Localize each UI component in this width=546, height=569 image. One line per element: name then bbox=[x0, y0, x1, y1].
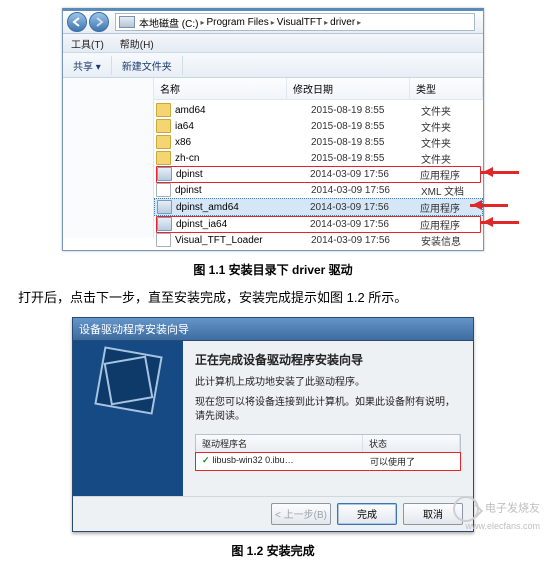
menu-help[interactable]: 帮助(H) bbox=[112, 36, 162, 51]
file-name: ia64 bbox=[175, 121, 194, 132]
file-date: 2014-03-09 17:56 bbox=[310, 202, 420, 213]
file-date: 2015-08-19 8:55 bbox=[311, 137, 421, 148]
share-button[interactable]: 共享 ▾ bbox=[63, 56, 112, 75]
menu-bar: 工具(T) 帮助(H) bbox=[63, 34, 483, 53]
app-icon bbox=[157, 200, 172, 214]
wizard-icon bbox=[94, 346, 162, 414]
finish-button[interactable]: 完成 bbox=[337, 503, 397, 525]
app-icon bbox=[157, 167, 172, 181]
red-arrow-annotation bbox=[470, 201, 520, 211]
red-arrow-annotation bbox=[481, 218, 531, 228]
file-list: 名称 修改日期 类型 amd642015-08-19 8:55文件夹ia6420… bbox=[154, 78, 483, 250]
nav-fwd-button[interactable] bbox=[89, 12, 109, 32]
file-row[interactable]: x86 2015-08-19 8:55文件夹 bbox=[154, 134, 483, 150]
file-name: dpinst_ia64 bbox=[176, 219, 227, 230]
file-name: dpinst bbox=[175, 185, 202, 196]
file-row[interactable]: dpinst_amd642014-03-09 17:56应用程序 bbox=[154, 198, 483, 216]
folder-icon bbox=[156, 119, 171, 133]
list-row[interactable]: ✓libusb-win32 0.ibu… 可以使用了 bbox=[196, 453, 460, 470]
folder-icon bbox=[156, 135, 171, 149]
file-type: 文件夹 bbox=[421, 151, 481, 166]
col-type[interactable]: 类型 bbox=[410, 78, 483, 99]
file-type: 应用程序 bbox=[420, 167, 480, 182]
watermark: 电子发烧友 www.elecfans.com bbox=[453, 496, 540, 532]
new-folder-button[interactable]: 新建文件夹 bbox=[112, 56, 183, 75]
file-row[interactable]: ia64 2015-08-19 8:55文件夹 bbox=[154, 118, 483, 134]
watermark-icon bbox=[453, 496, 479, 522]
file-row[interactable]: zh-cn 2015-08-19 8:55文件夹 bbox=[154, 150, 483, 166]
nav-pane[interactable] bbox=[63, 78, 154, 238]
drive-icon bbox=[119, 16, 135, 28]
red-arrow-annotation bbox=[481, 168, 531, 178]
file-date: 2015-08-19 8:55 bbox=[311, 153, 421, 164]
check-icon: ✓ bbox=[202, 455, 210, 465]
file-date: 2014-03-09 17:56 bbox=[310, 219, 420, 230]
dialog-buttons: < 上一步(B) 完成 取消 bbox=[73, 496, 473, 531]
toolbar: 共享 ▾ 新建文件夹 bbox=[63, 53, 483, 78]
file-date: 2014-03-09 17:56 bbox=[310, 169, 420, 180]
file-row[interactable]: dpinst 2014-03-09 17:56应用程序 bbox=[154, 166, 483, 182]
explorer-window: 本地磁盘 (C:)▸ Program Files▸ VisualTFT▸ dri… bbox=[62, 8, 484, 251]
file-date: 2014-03-09 17:56 bbox=[311, 185, 421, 196]
file-name: dpinst_amd64 bbox=[176, 202, 239, 213]
folder-icon bbox=[156, 103, 171, 117]
file-name: zh-cn bbox=[175, 153, 199, 164]
file-type: 文件夹 bbox=[421, 103, 481, 118]
file-name: amd64 bbox=[175, 105, 206, 116]
col-name[interactable]: 名称 bbox=[154, 78, 287, 99]
col-date[interactable]: 修改日期 bbox=[287, 78, 410, 99]
wizard-line2: 现在您可以将设备连接到此计算机。如果此设备附有说明，请先阅读。 bbox=[195, 396, 461, 424]
file-type: 应用程序 bbox=[420, 217, 480, 232]
file-name: x86 bbox=[175, 137, 191, 148]
wizard-line1: 此计算机上成功地安装了此驱动程序。 bbox=[195, 376, 461, 390]
info-icon bbox=[156, 233, 171, 247]
explorer-header: 本地磁盘 (C:)▸ Program Files▸ VisualTFT▸ dri… bbox=[63, 11, 483, 34]
wizard-heading: 正在完成设备驱动程序安装向导 bbox=[195, 351, 461, 368]
dialog-banner bbox=[73, 341, 183, 496]
figure-1-1-caption: 图 1.1 安装目录下 driver 驱动 bbox=[0, 261, 546, 278]
list-head-status: 状态 bbox=[363, 435, 460, 452]
file-row[interactable]: dpinst 2014-03-09 17:56XML 文档 bbox=[154, 182, 483, 198]
file-date: 2014-03-09 17:56 bbox=[311, 235, 421, 246]
back-button: < 上一步(B) bbox=[271, 503, 331, 525]
driver-result-list: 驱动程序名 状态 ✓libusb-win32 0.ibu… 可以使用了 bbox=[195, 434, 461, 471]
file-type: 文件夹 bbox=[421, 119, 481, 134]
file-name: dpinst bbox=[176, 169, 203, 180]
app-icon bbox=[157, 217, 172, 231]
column-headers[interactable]: 名称 修改日期 类型 bbox=[154, 78, 483, 100]
dialog-titlebar: 设备驱动程序安装向导 bbox=[73, 318, 473, 341]
file-date: 2015-08-19 8:55 bbox=[311, 121, 421, 132]
nav-back-button[interactable] bbox=[67, 12, 87, 32]
folder-icon bbox=[156, 151, 171, 165]
menu-tools[interactable]: 工具(T) bbox=[63, 36, 112, 51]
list-head-name: 驱动程序名 bbox=[196, 435, 363, 452]
file-type: XML 文档 bbox=[421, 183, 481, 198]
file-date: 2015-08-19 8:55 bbox=[311, 105, 421, 116]
wizard-dialog: 设备驱动程序安装向导 正在完成设备驱动程序安装向导 此计算机上成功地安装了此驱动… bbox=[72, 317, 474, 532]
dialog-title-text: 设备驱动程序安装向导 bbox=[79, 321, 189, 337]
address-bar[interactable]: 本地磁盘 (C:)▸ Program Files▸ VisualTFT▸ dri… bbox=[115, 13, 475, 31]
figure-1-2-caption: 图 1.2 安装完成 bbox=[0, 542, 546, 559]
file-row[interactable]: Visual_TFT_Loader 2014-03-09 17:56安装信息 bbox=[154, 232, 483, 248]
file-row[interactable]: amd64 2015-08-19 8:55文件夹 bbox=[154, 102, 483, 118]
breadcrumb[interactable]: 本地磁盘 (C:)▸ Program Files▸ VisualTFT▸ dri… bbox=[138, 15, 362, 30]
xml-icon bbox=[156, 183, 171, 197]
file-type: 安装信息 bbox=[421, 233, 481, 248]
file-row[interactable]: dpinst_ia64 2014-03-09 17:56应用程序 bbox=[154, 216, 483, 232]
file-name: Visual_TFT_Loader bbox=[175, 235, 263, 246]
body-paragraph: 打开后，点击下一步，直至安装完成，安装完成提示如图 1.2 所示。 bbox=[0, 288, 546, 309]
file-type: 文件夹 bbox=[421, 135, 481, 150]
